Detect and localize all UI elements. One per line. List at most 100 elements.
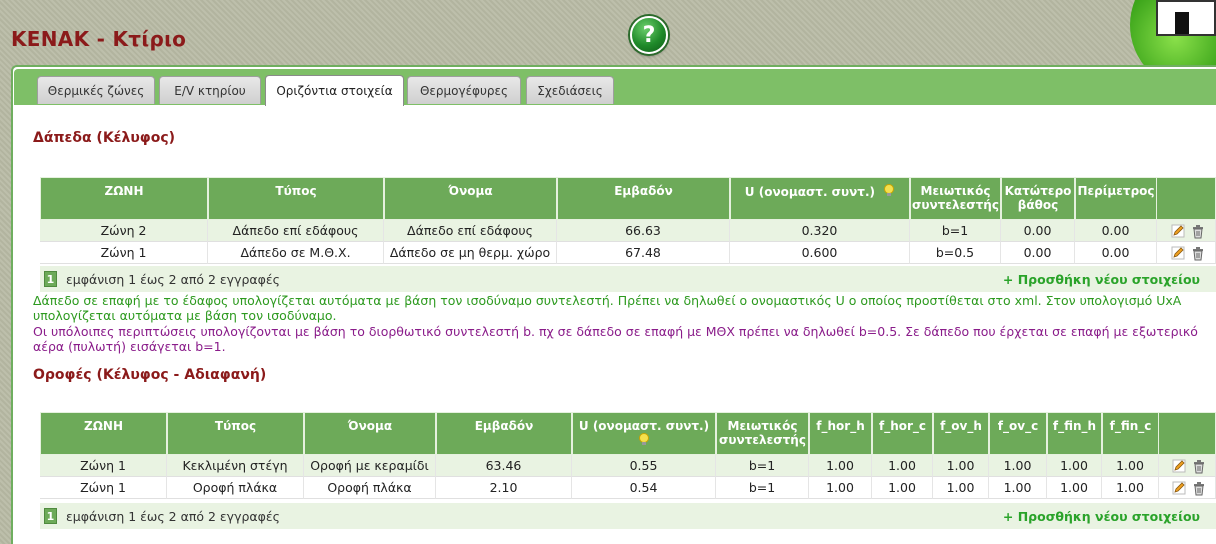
table-cell: 1.00 <box>989 477 1047 499</box>
table-cell: 0.00 <box>1001 242 1075 264</box>
col-header-u[interactable]: U (ονομαστ. συντ.) <box>730 177 910 220</box>
help-button[interactable]: ? <box>630 16 668 54</box>
table-cell: 0.00 <box>1075 242 1157 264</box>
table-cell: 2.10 <box>436 477 572 499</box>
col-header-actions <box>1157 177 1216 220</box>
table-row[interactable]: Ζώνη 1 Κεκλιμένη στέγη Οροφή με κεραμίδι… <box>40 455 1216 477</box>
table-cell: 1.00 <box>1047 455 1102 477</box>
row-actions <box>1159 455 1216 477</box>
table-row[interactable]: Ζώνη 1 Οροφή πλάκα Οροφή πλάκα 2.10 0.54… <box>40 477 1216 499</box>
table-cell: Οροφή με κεραμίδι <box>304 455 436 477</box>
col-header-u[interactable]: U (ονομαστ. συντ.) <box>572 412 716 455</box>
table-cell: 66.63 <box>557 220 730 242</box>
table-cell: Ζώνη 1 <box>40 477 167 499</box>
tab-label: Ε/V κτηρίου <box>174 83 246 98</box>
col-header[interactable]: Όνομα <box>384 177 557 220</box>
table-cell: 67.48 <box>557 242 730 264</box>
floors-note-other: Οι υπόλοιπες περιπτώσεις υπολογίζονται μ… <box>33 324 1198 354</box>
trash-icon[interactable] <box>1192 481 1206 496</box>
tab-thermal-zones[interactable]: Θερμικές ζώνες <box>37 76 155 104</box>
pager-info: εμφάνιση 1 έως 2 από 2 εγγραφές <box>66 508 280 524</box>
col-header[interactable]: Κατώτερο βάθος <box>1001 177 1075 220</box>
house-door-icon <box>1175 12 1189 34</box>
roofs-section-title: Οροφές (Κέλυφος - Αδιαφανή) <box>33 367 267 383</box>
tab-horizontal-elements[interactable]: Οριζόντια στοιχεία <box>265 75 404 106</box>
col-header[interactable]: Εμβαδόν <box>557 177 730 220</box>
col-header[interactable]: Εμβαδόν <box>436 412 572 455</box>
pencil-icon[interactable] <box>1172 459 1186 473</box>
tab-ev-building[interactable]: Ε/V κτηρίου <box>159 76 261 104</box>
trash-icon[interactable] <box>1191 224 1205 239</box>
lightbulb-icon <box>639 433 649 445</box>
col-header[interactable]: f_fin_c <box>1102 412 1159 455</box>
table-cell: 1.00 <box>1102 477 1159 499</box>
roofs-table: ΖΩΝΗ Τύπος Όνομα Εμβαδόν U (ονομαστ. συν… <box>40 412 1216 499</box>
col-header[interactable]: Μειωτικός συντελεστής <box>910 177 1001 220</box>
table-cell: 1.00 <box>809 477 872 499</box>
col-header[interactable]: f_ov_c <box>989 412 1047 455</box>
table-cell: b=1 <box>910 220 1001 242</box>
question-icon: ? <box>642 22 656 48</box>
col-header[interactable]: f_hor_h <box>809 412 872 455</box>
tab-label: Θερμικές ζώνες <box>47 83 145 98</box>
table-cell: 1.00 <box>809 455 872 477</box>
pager-info: εμφάνιση 1 έως 2 από 2 εγγραφές <box>66 271 280 287</box>
table-cell: 1.00 <box>933 455 989 477</box>
add-floor-link[interactable]: + Προσθήκη νέου στοιχείου <box>1003 272 1200 287</box>
col-header[interactable]: f_fin_h <box>1047 412 1102 455</box>
col-header[interactable]: Τύπος <box>167 412 304 455</box>
col-header[interactable]: f_hor_c <box>872 412 933 455</box>
roofs-header-row: ΖΩΝΗ Τύπος Όνομα Εμβαδόν U (ονομαστ. συν… <box>40 412 1216 455</box>
tab-label: Θερμογέφυρες <box>419 83 509 98</box>
table-cell: 1.00 <box>933 477 989 499</box>
table-cell: Ζώνη 1 <box>40 455 167 477</box>
pencil-icon[interactable] <box>1171 246 1185 260</box>
floors-pager: 1 εμφάνιση 1 έως 2 από 2 εγγραφές + Προσ… <box>40 266 1216 292</box>
floors-table-wrap: ΖΩΝΗ Τύπος Όνομα Εμβαδόν U (ονομαστ. συν… <box>40 177 1216 264</box>
tab-label: Οριζόντια στοιχεία <box>276 84 393 98</box>
table-cell: 0.320 <box>730 220 910 242</box>
floors-section-title: Δάπεδα (Κέλυφος) <box>33 130 176 146</box>
col-header[interactable]: Μειωτικός συντελεστής <box>716 412 809 455</box>
row-actions <box>1159 477 1216 499</box>
col-header[interactable]: ΖΩΝΗ <box>40 412 167 455</box>
table-cell: b=1 <box>716 455 809 477</box>
table-cell: 1.00 <box>1047 477 1102 499</box>
app-title: KENAK - Κτίριο <box>11 27 187 51</box>
table-row[interactable]: Ζώνη 1 Δάπεδο σε Μ.Θ.Χ. Δάπεδο σε μη θερ… <box>40 242 1216 264</box>
table-cell: Οροφή πλάκα <box>167 477 304 499</box>
col-header-label: U (ονομαστ. συντ.) <box>578 419 710 433</box>
tab-thermal-bridges[interactable]: Θερμογέφυρες <box>407 76 521 104</box>
page-number-button[interactable]: 1 <box>44 508 57 524</box>
pencil-icon[interactable] <box>1172 481 1186 495</box>
trash-icon[interactable] <box>1192 459 1206 474</box>
col-header[interactable]: Περίμετρος <box>1075 177 1157 220</box>
table-cell: 1.00 <box>872 455 933 477</box>
col-header[interactable]: ΖΩΝΗ <box>40 177 208 220</box>
col-header[interactable]: f_ov_h <box>933 412 989 455</box>
floors-header-row: ΖΩΝΗ Τύπος Όνομα Εμβαδόν U (ονομαστ. συν… <box>40 177 1216 220</box>
table-cell: b=1 <box>716 477 809 499</box>
tab-drawings[interactable]: Σχεδιάσεις <box>526 76 614 104</box>
col-header[interactable]: Όνομα <box>304 412 436 455</box>
table-cell: 0.00 <box>1075 220 1157 242</box>
row-actions <box>1157 220 1216 242</box>
table-cell: b=0.5 <box>910 242 1001 264</box>
table-cell: 63.46 <box>436 455 572 477</box>
col-header[interactable]: Τύπος <box>208 177 384 220</box>
trash-icon[interactable] <box>1191 246 1205 261</box>
table-cell: 1.00 <box>872 477 933 499</box>
col-header-actions <box>1159 412 1216 455</box>
table-cell: 0.600 <box>730 242 910 264</box>
table-cell: Δάπεδο επί εδάφους <box>208 220 384 242</box>
row-actions <box>1157 242 1216 264</box>
table-cell: 1.00 <box>1102 455 1159 477</box>
table-cell: 0.55 <box>572 455 716 477</box>
pencil-icon[interactable] <box>1171 224 1185 238</box>
table-cell: 1.00 <box>989 455 1047 477</box>
roofs-table-wrap: ΖΩΝΗ Τύπος Όνομα Εμβαδόν U (ονομαστ. συν… <box>40 412 1216 499</box>
table-row[interactable]: Ζώνη 2 Δάπεδο επί εδάφους Δάπεδο επί εδά… <box>40 220 1216 242</box>
page-number-button[interactable]: 1 <box>44 271 57 287</box>
table-cell: 0.54 <box>572 477 716 499</box>
add-roof-link[interactable]: + Προσθήκη νέου στοιχείου <box>1003 509 1200 524</box>
